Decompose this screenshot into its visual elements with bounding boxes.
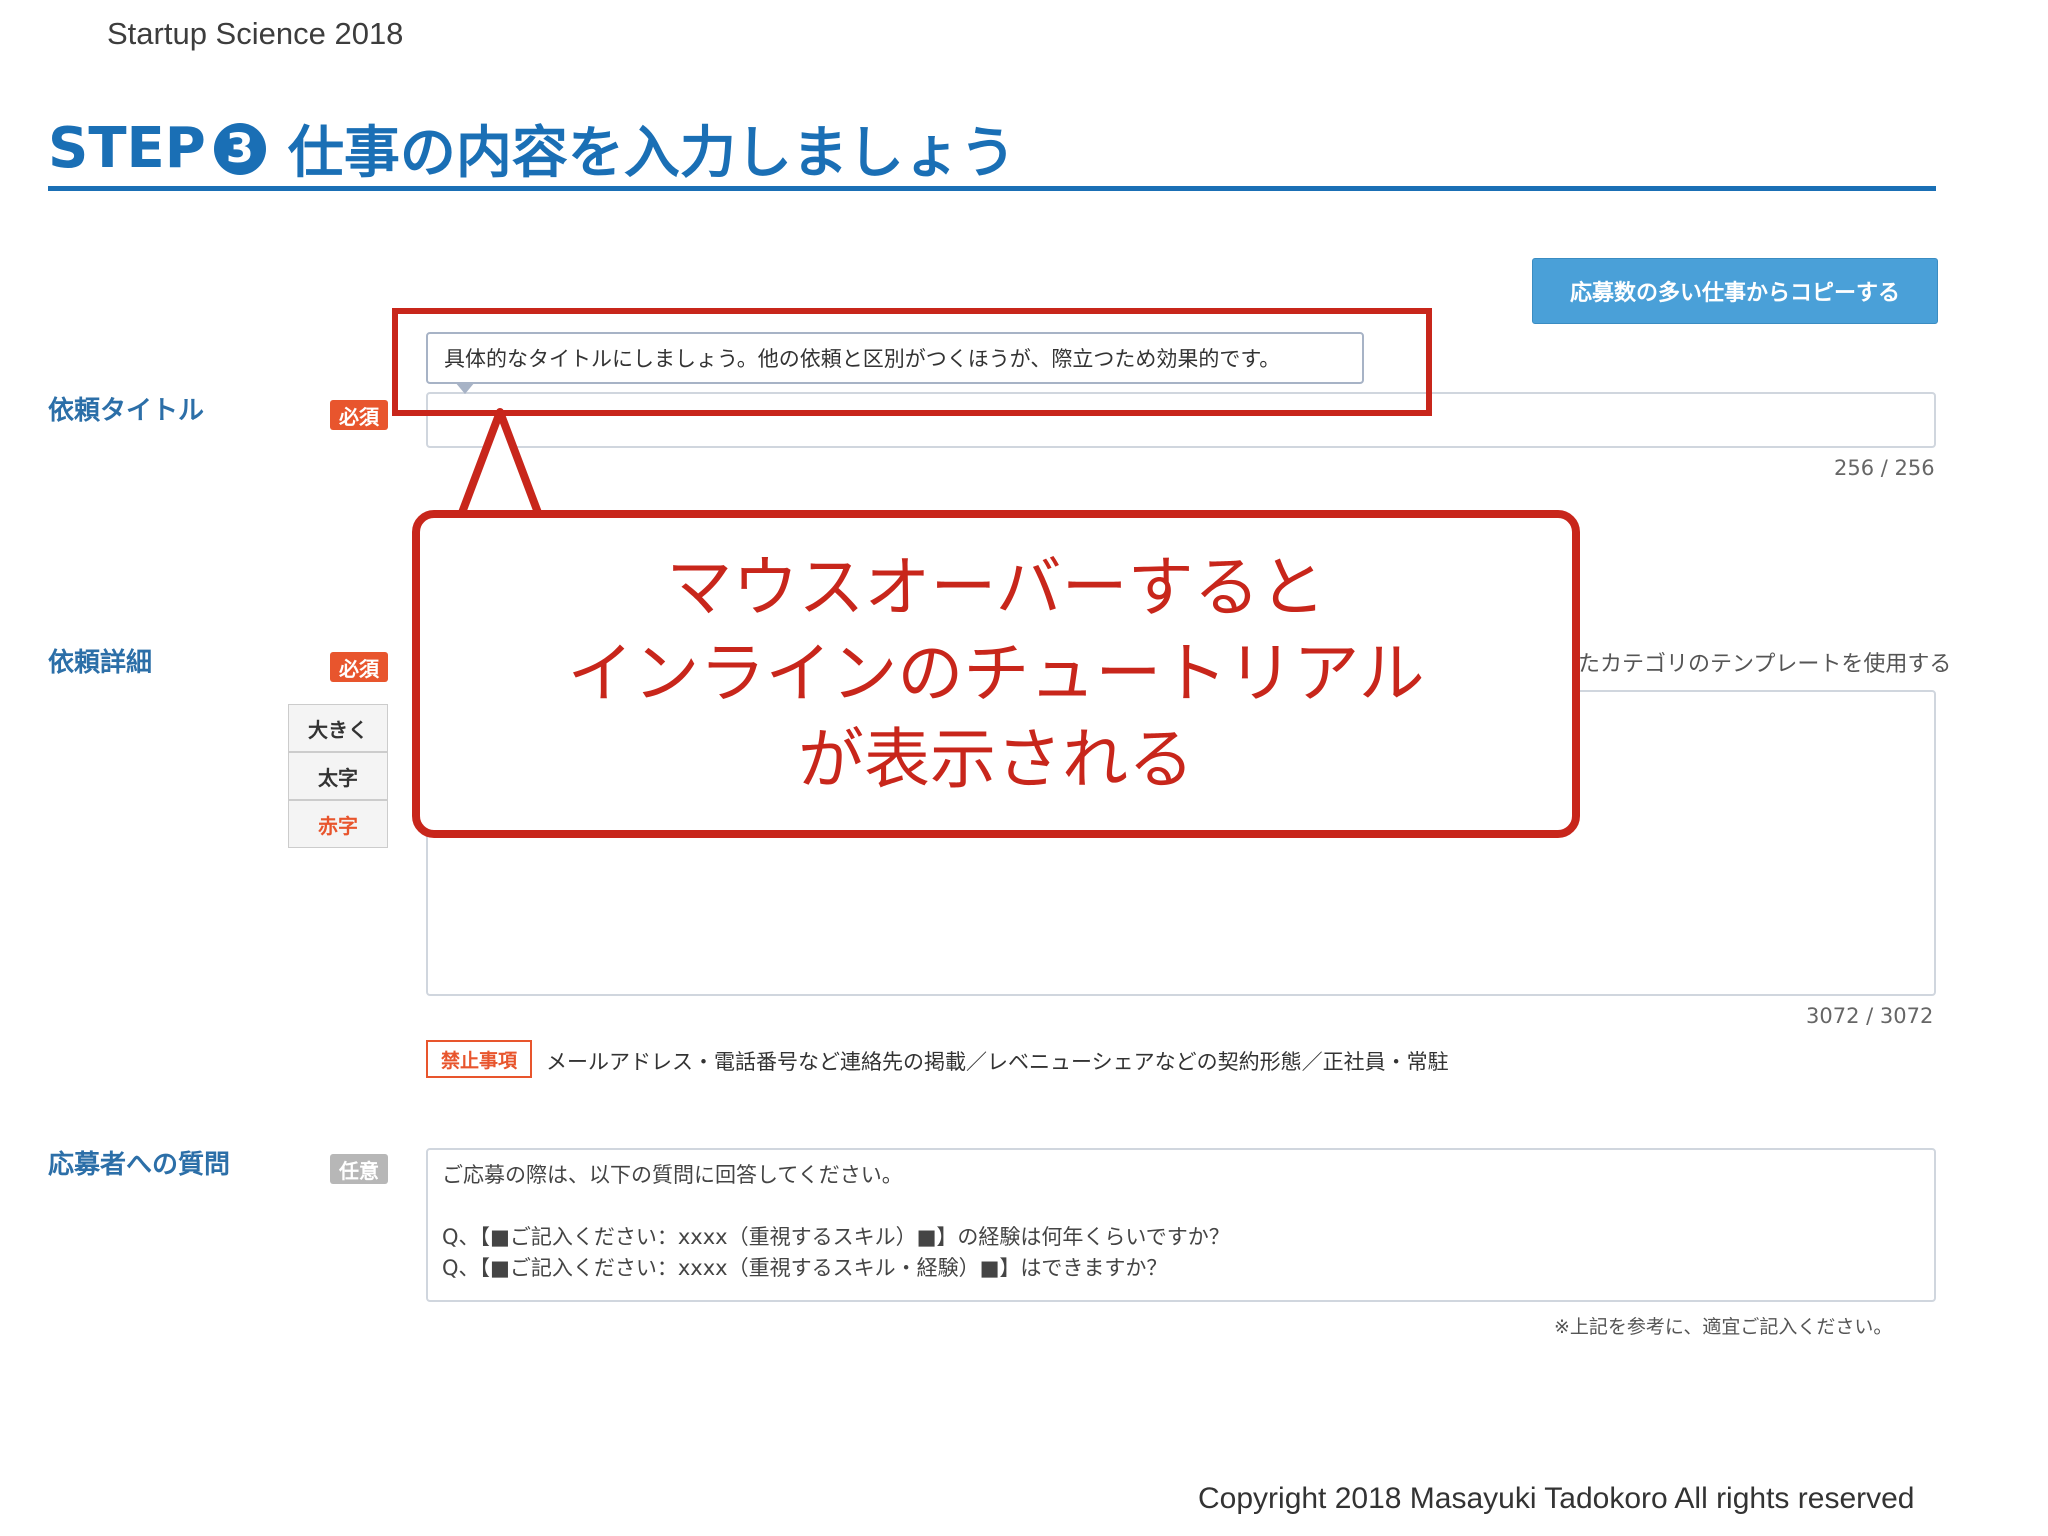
copyright-text: Copyright 2018 Masayuki Tadokoro All rig…	[1198, 1482, 1915, 1515]
callout-line: が表示される	[798, 721, 1194, 798]
optional-badge: 任意	[330, 1154, 388, 1184]
detail-char-counter: 3072 / 3072	[1806, 1004, 1934, 1028]
editor-large-button[interactable]: 大きく	[288, 704, 388, 752]
required-badge: 必須	[330, 400, 388, 430]
question-line	[442, 1191, 1920, 1222]
question-field-label: 応募者への質問	[48, 1150, 231, 1180]
callout-line: インラインのチュートリアル	[567, 635, 1425, 712]
callout-box: マウスオーバーすると インラインのチュートリアル が表示される	[412, 510, 1580, 838]
title-char-counter: 256 / 256	[1834, 456, 1935, 480]
required-badge: 必須	[330, 652, 388, 682]
question-line: Q、【■ご記入ください：xxxx（重視するスキル）■】の経験は何年くらいですか？	[442, 1225, 1230, 1249]
question-note: ※上記を参考に、適宜ご記入ください。	[1554, 1316, 1893, 1338]
prohibited-text: メールアドレス・電話番号など連絡先の掲載／レベニューシェアなどの契約形態／正社員…	[546, 1050, 1449, 1074]
editor-red-button[interactable]: 赤字	[288, 800, 388, 848]
step-title-text: 仕事の内容を入力しましょう	[287, 121, 1016, 186]
callout-line: マウスオーバーすると	[666, 549, 1326, 626]
page-title: STEP 3 仕事の内容を入力しましょう	[48, 108, 1016, 189]
deck-label: Startup Science 2018	[107, 16, 404, 51]
step-prefix: STEP	[48, 116, 206, 181]
title-field-label: 依頼タイトル	[48, 396, 205, 426]
question-line: Q、【■ご記入ください：xxxx（重視するスキル・経験）■】はできますか？	[442, 1256, 1168, 1280]
copy-from-popular-button[interactable]: 応募数の多い仕事からコピーする	[1532, 258, 1938, 324]
prohibited-badge: 禁止事項	[426, 1040, 532, 1078]
callout-pointer	[456, 408, 544, 522]
step-number-badge: 3	[213, 122, 266, 175]
template-link[interactable]: たカテゴリのテンプレートを使用する	[1578, 646, 1951, 678]
question-line: ご応募の際は、以下の質問に回答してください。	[442, 1163, 903, 1187]
title-divider	[48, 186, 1936, 191]
tooltip-highlight-frame	[392, 308, 1432, 416]
editor-bold-button[interactable]: 太字	[288, 752, 388, 800]
detail-field-label: 依頼詳細	[48, 648, 153, 678]
question-textarea[interactable]: ご応募の際は、以下の質問に回答してください。 Q、【■ご記入ください：xxxx（…	[426, 1148, 1936, 1302]
